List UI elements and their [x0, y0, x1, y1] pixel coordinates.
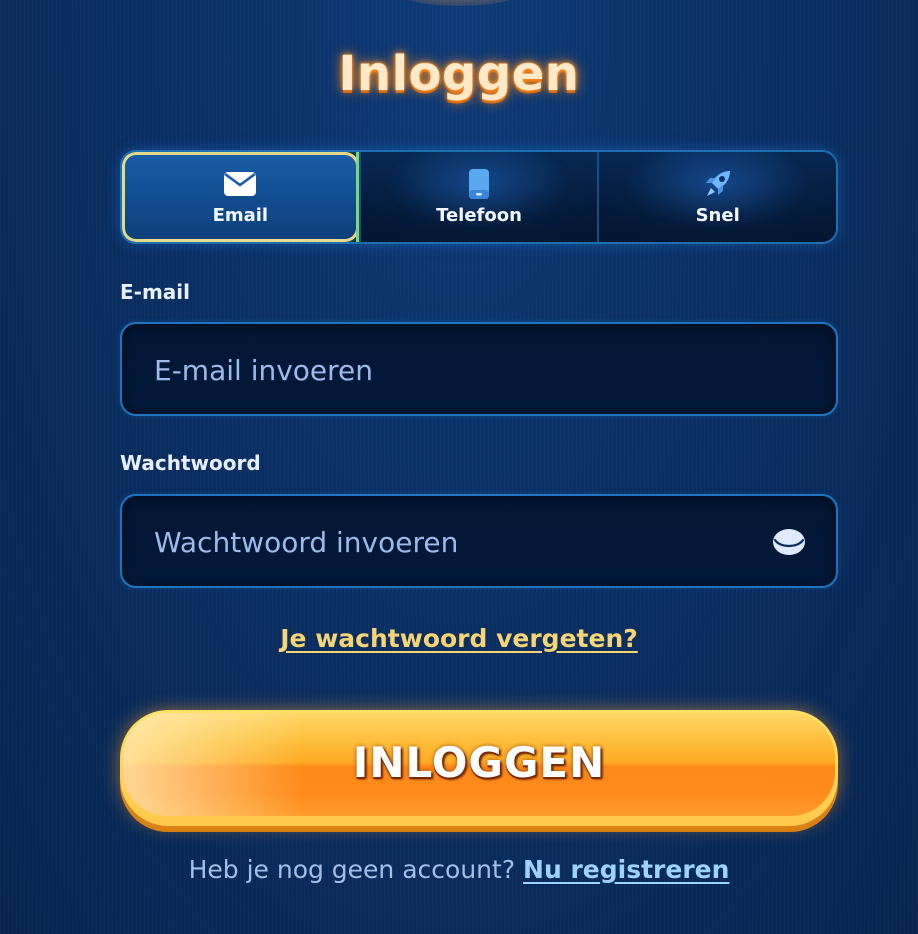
rocket-icon: [702, 169, 734, 199]
password-field-box: [120, 494, 838, 588]
password-label: Wachtwoord: [120, 451, 261, 475]
login-method-tabs: Email Telefoon Snel: [120, 150, 838, 244]
envelope-icon: [223, 169, 257, 199]
tab-telefoon-label: Telefoon: [436, 204, 522, 226]
password-input[interactable]: [152, 496, 756, 588]
top-glow-decoration: [399, 0, 519, 6]
tab-snel-label: Snel: [695, 204, 740, 226]
tab-snel[interactable]: Snel: [597, 152, 836, 242]
tab-email-label: Email: [212, 204, 269, 226]
eye-icon[interactable]: [772, 527, 806, 557]
phone-icon: [468, 168, 490, 199]
email-label: E-mail: [120, 280, 191, 304]
register-link[interactable]: Nu registreren: [523, 855, 729, 884]
page-title: Inloggen: [338, 46, 580, 102]
email-field-box: [120, 322, 838, 416]
tab-email[interactable]: Email: [122, 152, 359, 242]
register-prompt: Heb je nog geen account?: [188, 855, 516, 884]
tab-telefoon[interactable]: Telefoon: [358, 152, 598, 242]
email-input[interactable]: [152, 324, 756, 416]
login-button[interactable]: INLOGGEN: [120, 710, 838, 826]
register-row: Heb je nog geen account? Nu registreren: [0, 855, 918, 884]
forgot-password-link[interactable]: Je wachtwoord vergeten?: [0, 624, 918, 653]
login-button-label: INLOGGEN: [352, 738, 606, 787]
